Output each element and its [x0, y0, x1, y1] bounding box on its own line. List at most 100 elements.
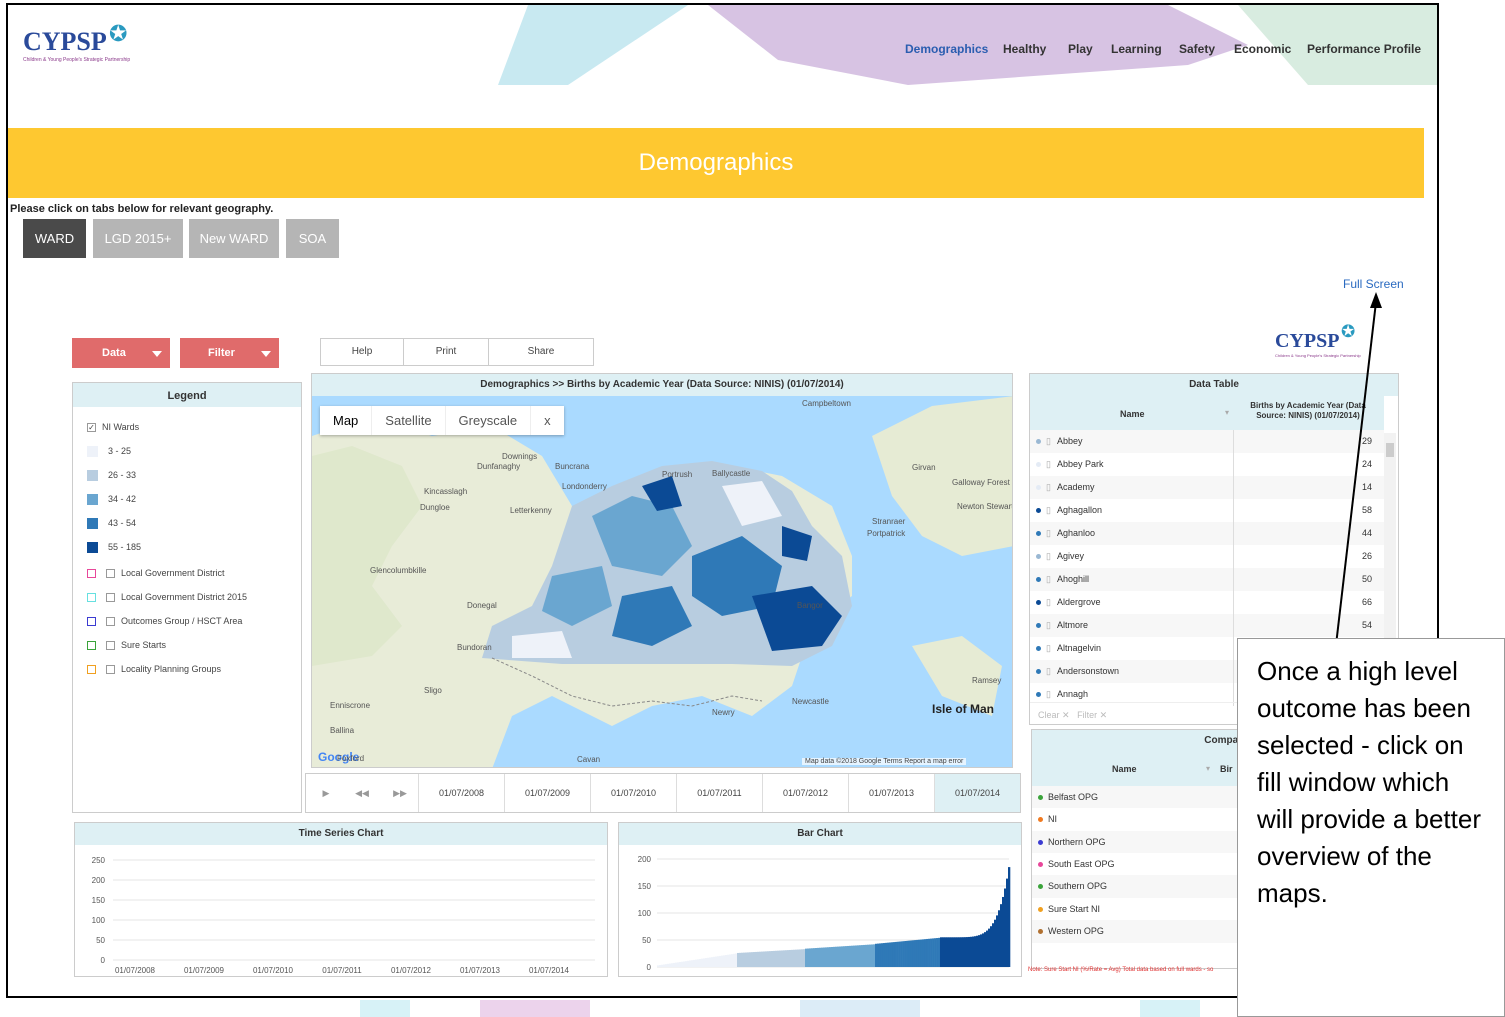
bar[interactable]: [966, 937, 969, 967]
col-name-header[interactable]: Name: [1120, 409, 1145, 419]
bar[interactable]: [677, 962, 680, 967]
bar[interactable]: [787, 950, 790, 967]
bar[interactable]: [936, 938, 939, 967]
bar[interactable]: [827, 947, 830, 967]
bar[interactable]: [898, 941, 901, 967]
bar[interactable]: [948, 937, 951, 967]
bar[interactable]: [731, 954, 734, 967]
bar[interactable]: [769, 951, 772, 967]
bar[interactable]: [729, 954, 732, 967]
bar[interactable]: [689, 960, 692, 967]
bar[interactable]: [659, 965, 662, 967]
tab-ward[interactable]: WARD: [23, 219, 86, 258]
bar[interactable]: [741, 952, 744, 967]
bar[interactable]: [896, 941, 899, 967]
bar[interactable]: [691, 960, 694, 967]
bar[interactable]: [946, 937, 949, 967]
bar[interactable]: [892, 942, 895, 967]
bar[interactable]: [867, 944, 870, 967]
bar[interactable]: [825, 947, 828, 967]
cypsp-logo[interactable]: CYPSP ✪ Children & Young People's Strate…: [23, 21, 130, 63]
bar[interactable]: [878, 943, 882, 967]
bar[interactable]: [707, 957, 710, 967]
timeline-date-button[interactable]: 01/07/2009: [504, 774, 590, 812]
bar[interactable]: [799, 949, 802, 967]
bar[interactable]: [904, 940, 907, 967]
bar[interactable]: [974, 936, 977, 967]
bar[interactable]: [763, 951, 766, 967]
bar[interactable]: [783, 950, 786, 967]
bar[interactable]: [918, 939, 921, 967]
map-canvas[interactable]: [312, 396, 1013, 768]
bar[interactable]: [807, 948, 810, 967]
bar[interactable]: [886, 942, 890, 967]
bar[interactable]: [978, 935, 981, 967]
bar[interactable]: [869, 944, 872, 967]
bar[interactable]: [994, 919, 997, 967]
bar[interactable]: [667, 963, 670, 967]
bar[interactable]: [873, 944, 876, 967]
nav-demographics[interactable]: Demographics: [905, 42, 988, 56]
bar[interactable]: [821, 947, 824, 967]
bar[interactable]: [823, 947, 826, 967]
bar[interactable]: [805, 948, 808, 967]
bar[interactable]: [900, 941, 903, 967]
bar[interactable]: [1006, 878, 1009, 967]
bar[interactable]: [743, 952, 746, 967]
bar[interactable]: [916, 939, 919, 967]
bar[interactable]: [950, 937, 953, 967]
full-screen-link[interactable]: Full Screen: [1343, 277, 1404, 291]
bar[interactable]: [970, 936, 973, 967]
bar[interactable]: [851, 945, 854, 967]
bar[interactable]: [982, 933, 985, 967]
play-icon[interactable]: ▶: [316, 774, 336, 812]
bar[interactable]: [833, 946, 836, 967]
bar[interactable]: [687, 960, 690, 967]
bar[interactable]: [845, 946, 848, 967]
bar[interactable]: [789, 949, 792, 967]
bar[interactable]: [908, 940, 911, 967]
clear-button[interactable]: Clear ✕: [1038, 710, 1070, 720]
filter-clear-button[interactable]: Filter ✕: [1077, 710, 1107, 720]
comparison-col-value[interactable]: Bir: [1220, 764, 1233, 774]
nav-performance-profile[interactable]: Performance Profile: [1307, 42, 1421, 56]
bar[interactable]: [924, 939, 927, 967]
bar[interactable]: [739, 952, 742, 967]
bar[interactable]: [888, 942, 892, 967]
bar[interactable]: [843, 946, 846, 967]
bar[interactable]: [793, 949, 796, 967]
bar[interactable]: [922, 939, 925, 967]
legend-overlay[interactable]: Locality Planning Groups: [87, 663, 221, 675]
bar[interactable]: [964, 937, 967, 967]
bar[interactable]: [976, 935, 979, 967]
bar[interactable]: [956, 937, 959, 967]
bar[interactable]: [719, 955, 722, 967]
map-mode-greyscale[interactable]: Greyscale: [444, 406, 531, 435]
bar[interactable]: [657, 965, 660, 967]
bar[interactable]: [695, 959, 698, 967]
bar[interactable]: [865, 944, 868, 967]
map-mode-satellite[interactable]: Satellite: [371, 406, 444, 435]
bar[interactable]: [803, 949, 806, 967]
bar[interactable]: [1002, 896, 1005, 967]
bar[interactable]: [928, 938, 931, 967]
checkbox-icon[interactable]: [106, 665, 115, 675]
tab-new-ward[interactable]: New WARD: [189, 219, 279, 258]
bar[interactable]: [857, 945, 860, 967]
bar[interactable]: [990, 926, 993, 967]
legend-overlay[interactable]: Sure Starts: [87, 639, 166, 651]
bar[interactable]: [697, 959, 700, 967]
map-control-close[interactable]: x: [530, 406, 564, 435]
map-attribution[interactable]: Map data ©2018 Google Terms Report a map…: [802, 758, 967, 765]
legend-ni-wards[interactable]: ✓ NI Wards: [87, 421, 139, 433]
bar[interactable]: [841, 946, 844, 967]
bar[interactable]: [938, 937, 941, 967]
bar[interactable]: [847, 945, 850, 967]
nav-learning[interactable]: Learning: [1111, 42, 1162, 56]
time-series-chart[interactable]: 0 50 100 150 200 250 01/07/2008 01/07/2009 01/07…: [75, 845, 607, 977]
bar[interactable]: [1008, 867, 1011, 967]
bar[interactable]: [1004, 888, 1007, 967]
bar[interactable]: [755, 951, 758, 967]
sort-icon[interactable]: ▾: [1206, 764, 1210, 773]
bar[interactable]: [954, 937, 957, 967]
